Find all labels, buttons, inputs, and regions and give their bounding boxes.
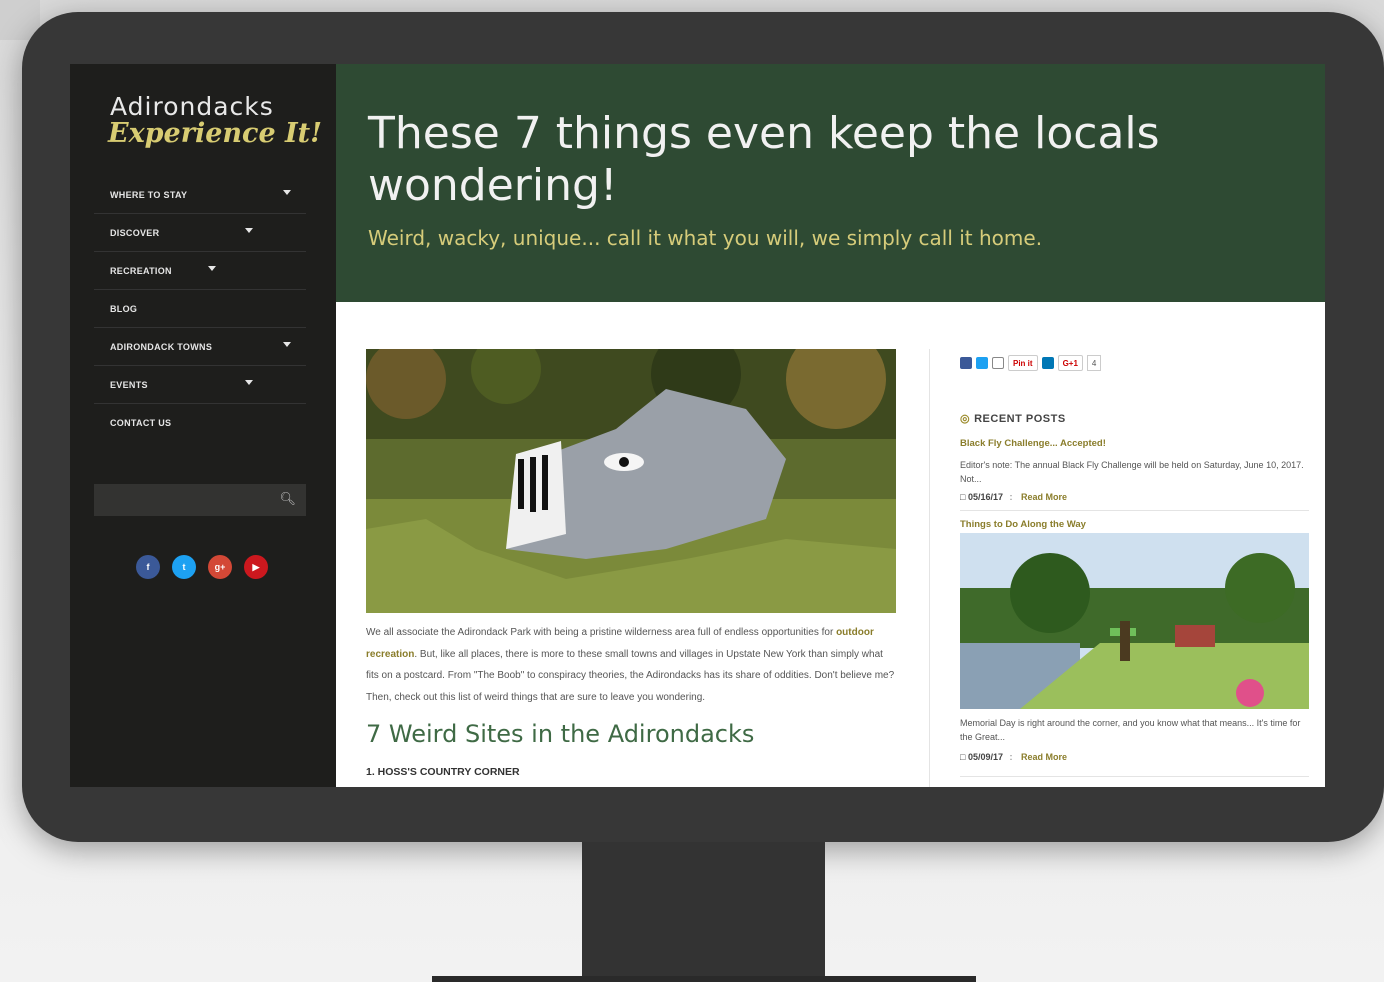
- monitor-stand: [582, 842, 825, 976]
- post-date: 05/09/17: [967, 752, 1003, 762]
- website-screen: Adirondacks Experience It! WHERE TO STAY…: [70, 64, 1325, 787]
- logo-line2[interactable]: Experience It!: [108, 118, 322, 149]
- post-meta: □ 05/09/17 : Read More: [960, 752, 1067, 762]
- email-share-icon[interactable]: [992, 357, 1004, 369]
- post-image[interactable]: [960, 533, 1309, 709]
- linkedin-share-icon[interactable]: [1041, 357, 1054, 369]
- pinterest-button[interactable]: Pin it: [1008, 355, 1038, 371]
- search-input[interactable]: [94, 484, 290, 516]
- nav-item-contact-us[interactable]: CONTACT US: [94, 404, 306, 441]
- logo-line1[interactable]: Adirondacks: [110, 92, 274, 121]
- googleplus-icon[interactable]: g+: [208, 555, 232, 579]
- nav-item-blog[interactable]: BLOG: [94, 290, 306, 328]
- nav-item-adirondack-towns[interactable]: ADIRONDACK TOWNS: [94, 328, 306, 366]
- column-divider: [929, 349, 930, 787]
- calendar-icon: □: [960, 492, 966, 502]
- post-excerpt: Memorial Day is right around the corner,…: [960, 718, 1301, 742]
- search-box: 🔍︎: [94, 484, 306, 516]
- article-text: . But, like all places, there is more to…: [366, 648, 895, 703]
- sidebar: Adirondacks Experience It! WHERE TO STAY…: [70, 64, 336, 787]
- twitter-share-icon[interactable]: [976, 357, 988, 369]
- meta-separator: :: [1009, 752, 1013, 762]
- facebook-share-icon[interactable]: [960, 357, 972, 369]
- nav-item-where-to-stay[interactable]: WHERE TO STAY: [94, 176, 306, 214]
- google-plus-button[interactable]: G+1: [1057, 355, 1083, 371]
- article-subheading: 1. HOSS'S COUNTRY CORNER: [366, 766, 520, 778]
- article-text: We all associate the Adirondack Park wit…: [366, 627, 837, 638]
- recent-posts-heading: ◎ RECENT POSTS: [960, 412, 1066, 425]
- share-bar: Pin it G+1 4: [960, 355, 1102, 371]
- nav-label: CONTACT US: [110, 417, 172, 428]
- nav-label: BLOG: [110, 303, 138, 314]
- nav-label: WHERE TO STAY: [110, 189, 188, 200]
- chevron-down-icon: [283, 342, 291, 347]
- page-subtitle: Weird, wacky, unique... call it what you…: [368, 226, 1043, 250]
- facebook-icon[interactable]: f: [136, 555, 160, 579]
- meta-separator: :: [1009, 492, 1013, 502]
- nav-item-recreation[interactable]: RECREATION: [94, 252, 306, 290]
- chevron-down-icon: [283, 190, 291, 195]
- youtube-icon[interactable]: ▶: [244, 555, 268, 579]
- article-image: [366, 349, 896, 613]
- post-separator: [960, 776, 1309, 777]
- post-title[interactable]: Black Fly Challenge... Accepted!: [960, 438, 1106, 449]
- nav-label: RECREATION: [110, 265, 172, 276]
- chevron-down-icon: [245, 228, 253, 233]
- nav-label: ADIRONDACK TOWNS: [110, 341, 213, 352]
- post-meta: □ 05/16/17 : Read More: [960, 492, 1067, 502]
- post-date: 05/16/17: [967, 492, 1003, 502]
- post-separator: [960, 510, 1309, 511]
- chevron-down-icon: [208, 266, 216, 271]
- main-nav: WHERE TO STAY DISCOVER RECREATION BLOG A…: [94, 176, 306, 441]
- social-links: f t g+ ▶: [136, 555, 268, 579]
- share-count: 4: [1086, 355, 1102, 371]
- page-title: These 7 things even keep the locals wond…: [368, 108, 1160, 211]
- recent-posts-label: RECENT POSTS: [974, 413, 1066, 425]
- article-heading: 7 Weird Sites in the Adirondacks: [366, 720, 755, 748]
- post-title[interactable]: Things to Do Along the Way: [960, 519, 1086, 530]
- nav-item-events[interactable]: EVENTS: [94, 366, 306, 404]
- calendar-icon: □: [960, 752, 966, 762]
- nav-item-discover[interactable]: DISCOVER: [94, 214, 306, 252]
- nav-label: DISCOVER: [110, 227, 160, 238]
- chevron-down-icon: [245, 380, 253, 385]
- page-header: These 7 things even keep the locals wond…: [336, 64, 1325, 302]
- monitor-base: [432, 976, 976, 982]
- article-intro: We all associate the Adirondack Park wit…: [366, 622, 898, 708]
- search-icon[interactable]: 🔍︎: [279, 491, 296, 507]
- read-more-link[interactable]: Read More: [1021, 752, 1067, 762]
- read-more-link[interactable]: Read More: [1021, 492, 1067, 502]
- twitter-icon[interactable]: t: [172, 555, 196, 579]
- post-excerpt: Editor's note: The annual Black Fly Chal…: [960, 460, 1304, 484]
- nav-label: EVENTS: [110, 379, 148, 390]
- clock-icon: ◎: [960, 413, 971, 425]
